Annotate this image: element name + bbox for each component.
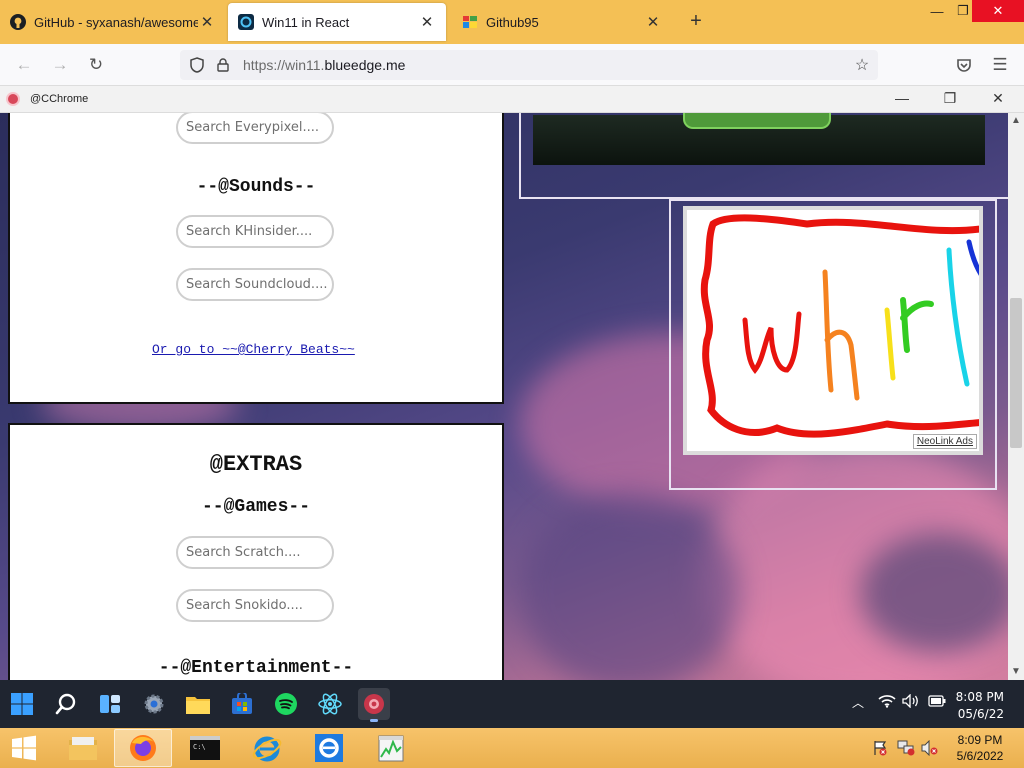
- tab-title: GitHub - syxanash/awesome-w: [34, 14, 198, 30]
- win11-date: 05/6/22: [957, 707, 1004, 721]
- volume-icon[interactable]: [902, 693, 920, 711]
- cchrome-taskbar-icon[interactable]: [358, 688, 390, 722]
- entertainment-heading: --@Entertainment--: [158, 658, 354, 678]
- cherry-beats-link[interactable]: Or go to ~~@Cherry Beats~~: [152, 342, 355, 357]
- sounds-panel: Search Everypixel.... --@Sounds-- Search…: [8, 113, 504, 404]
- games-heading: --@Games--: [201, 497, 311, 517]
- win8-ie-icon[interactable]: [238, 729, 296, 767]
- win8-ie-tile-icon[interactable]: [300, 729, 358, 767]
- cchrome-logo-icon: [6, 92, 20, 106]
- chevron-up-icon[interactable]: ︿: [852, 694, 864, 711]
- win8-taskbar: C:\ 8:09 PM 5/6/2022: [0, 728, 1024, 768]
- forward-arrow-icon[interactable]: →: [48, 53, 72, 77]
- page-scrollbar[interactable]: ▲ ▼: [1008, 113, 1024, 680]
- dark-banner-image: [533, 113, 985, 165]
- extras-panel: @EXTRAS --@Games-- Search Scratch.... Se…: [8, 423, 504, 680]
- win8-volume-muted-icon[interactable]: [921, 739, 939, 759]
- widgets-icon[interactable]: [94, 688, 126, 720]
- tab-close-icon[interactable]: ✕: [198, 13, 216, 31]
- win8-time: 8:09 PM: [957, 733, 1003, 747]
- inner-close-icon[interactable]: ✕: [988, 90, 1008, 108]
- search-soundcloud-input[interactable]: Search Soundcloud....: [176, 268, 334, 301]
- page-content: Search Everypixel.... --@Sounds-- Search…: [0, 113, 1024, 680]
- extras-heading: @EXTRAS: [209, 452, 303, 477]
- search-scratch-input[interactable]: Search Scratch....: [176, 536, 334, 569]
- url-bar[interactable]: https://win11.blueedge.me ☆: [180, 50, 878, 80]
- scroll-up-icon[interactable]: ▲: [1008, 115, 1024, 126]
- win8-firefox-icon[interactable]: [114, 729, 172, 767]
- inner-browser-titlebar: @CChrome — ❐ ✕: [0, 86, 1024, 113]
- win11-taskbar: ︿ 8:08 PM 05/6/22: [0, 680, 1024, 728]
- settings-gear-icon[interactable]: [138, 688, 170, 720]
- cloud-decoration: [860, 533, 1020, 653]
- search-everypixel-input[interactable]: Search Everypixel....: [176, 113, 334, 144]
- whirl-drawing: [700, 214, 979, 438]
- start-windows-icon[interactable]: [6, 688, 38, 720]
- search-icon[interactable]: [50, 688, 82, 720]
- win8-cmd-icon[interactable]: C:\: [176, 729, 234, 767]
- spotify-icon[interactable]: [270, 688, 302, 720]
- pocket-icon[interactable]: [952, 53, 976, 77]
- search-khinsider-input[interactable]: Search KHinsider....: [176, 215, 334, 248]
- green-button-shape: [683, 113, 831, 129]
- tab-close-icon[interactable]: ✕: [644, 13, 662, 31]
- active-indicator: [370, 719, 378, 722]
- tab-github-awesome[interactable]: GitHub - syxanash/awesome-w ✕: [0, 3, 226, 41]
- new-tab-plus-icon[interactable]: +: [684, 10, 708, 33]
- win8-task-manager-icon[interactable]: [362, 729, 420, 767]
- tab-title: Github95: [486, 14, 539, 30]
- github-icon: [10, 14, 26, 30]
- win11-time: 8:08 PM: [955, 690, 1004, 704]
- inner-minimize-icon[interactable]: —: [892, 90, 912, 108]
- store-icon[interactable]: [226, 688, 258, 720]
- url-protocol: https://win11.: [243, 57, 325, 73]
- search-snokido-input[interactable]: Search Snokido....: [176, 589, 334, 622]
- reload-icon[interactable]: ↻: [84, 53, 108, 77]
- tab-github95[interactable]: Github95 ✕: [452, 3, 672, 41]
- menu-hamburger-icon[interactable]: ☰: [988, 53, 1012, 77]
- wifi-icon[interactable]: [878, 694, 896, 711]
- back-arrow-icon[interactable]: ←: [12, 53, 36, 77]
- url-text[interactable]: https://win11.blueedge.me: [243, 57, 405, 73]
- tab-win11-react[interactable]: Win11 in React ✕: [228, 3, 446, 41]
- scroll-thumb[interactable]: [1010, 298, 1022, 448]
- win11-icon: [238, 14, 254, 30]
- win8-clock[interactable]: 8:09 PM 5/6/2022: [940, 732, 1020, 764]
- cloud-decoration: [520, 493, 740, 680]
- browser-nav-bar: ← → ↻ https://win11.blueedge.me ☆ ☰: [0, 44, 1024, 86]
- scroll-down-icon[interactable]: ▼: [1008, 666, 1024, 677]
- tab-close-icon[interactable]: ✕: [418, 13, 436, 31]
- battery-icon[interactable]: [928, 694, 946, 710]
- win8-start-icon[interactable]: [0, 729, 48, 767]
- lock-icon[interactable]: [214, 56, 232, 74]
- inner-restore-icon[interactable]: ❐: [940, 90, 960, 108]
- browser-tab-bar: GitHub - syxanash/awesome-w ✕ Win11 in R…: [0, 0, 1024, 44]
- whirl-ad-banner[interactable]: NeoLink Ads: [683, 206, 983, 455]
- windows95-icon: [462, 14, 478, 30]
- sounds-heading: --@Sounds--: [196, 177, 316, 197]
- win8-file-manager-icon[interactable]: [54, 729, 112, 767]
- win8-network-icon[interactable]: [897, 740, 915, 759]
- close-window-icon[interactable]: ✕: [972, 0, 1024, 22]
- url-host: blueedge.me: [324, 57, 406, 73]
- file-explorer-icon[interactable]: [182, 688, 214, 720]
- win11-clock[interactable]: 8:08 PM 05/6/22: [946, 690, 1004, 721]
- react-atom-icon[interactable]: [314, 688, 346, 720]
- image-frame: [519, 113, 1011, 199]
- win8-date: 5/6/2022: [956, 749, 1004, 763]
- neolink-ads-label[interactable]: NeoLink Ads: [912, 434, 977, 449]
- tab-title: Win11 in React: [262, 14, 350, 30]
- bookmark-star-icon[interactable]: ☆: [853, 56, 871, 74]
- inner-window-title: @CChrome: [30, 93, 89, 105]
- shield-icon[interactable]: [188, 56, 206, 74]
- svg-text:C:\: C:\: [193, 743, 206, 751]
- win8-action-center-flag-icon[interactable]: [872, 740, 888, 759]
